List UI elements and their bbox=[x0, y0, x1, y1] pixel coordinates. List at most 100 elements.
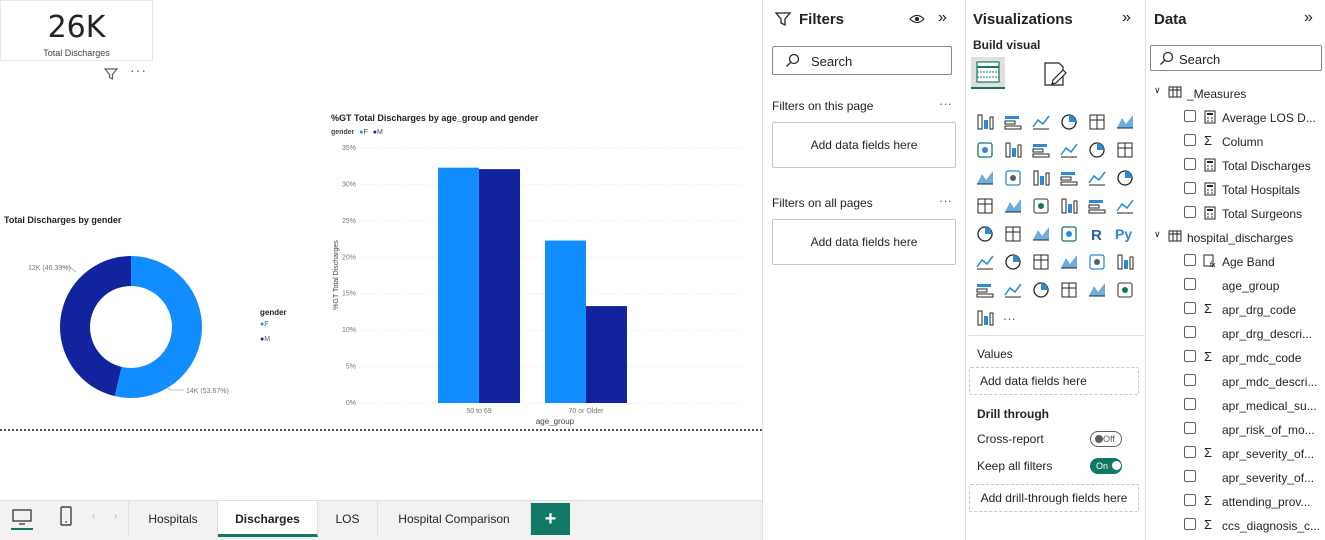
ribbon-icon[interactable] bbox=[1115, 140, 1135, 160]
data-field[interactable]: Σattending_prov... bbox=[1146, 489, 1325, 513]
image-icon[interactable] bbox=[1115, 280, 1135, 300]
filters-page-dropzone[interactable]: Add data fields here bbox=[772, 122, 956, 168]
shape-map-icon[interactable] bbox=[1059, 280, 1079, 300]
data-field[interactable]: Σapr_mdc_code bbox=[1146, 345, 1325, 369]
stacked-bar-icon[interactable] bbox=[975, 112, 995, 132]
field-checkbox[interactable] bbox=[1184, 206, 1196, 218]
card-icon[interactable] bbox=[1087, 196, 1107, 216]
qa-icon[interactable] bbox=[1031, 252, 1051, 272]
more-visuals-icon[interactable]: ··· bbox=[1003, 311, 1016, 326]
chevron-down-icon[interactable]: ∨ bbox=[1154, 85, 1161, 96]
field-checkbox[interactable] bbox=[1184, 158, 1196, 170]
drill-through-dropzone[interactable]: Add drill-through fields here bbox=[969, 484, 1139, 512]
collapse-visualizations-icon[interactable]: » bbox=[1122, 9, 1131, 27]
field-checkbox[interactable] bbox=[1184, 374, 1196, 386]
field-checkbox[interactable] bbox=[1184, 254, 1196, 266]
data-field[interactable]: Σccs_diagnosis_c... bbox=[1146, 513, 1325, 537]
field-checkbox[interactable] bbox=[1184, 494, 1196, 506]
line-clustered-icon[interactable] bbox=[1087, 140, 1107, 160]
power-automate-icon[interactable] bbox=[1003, 280, 1023, 300]
decomposition-tree-icon[interactable] bbox=[1003, 252, 1023, 272]
bar-chart[interactable]: 0% 5% 10% 15% 20% 25% 30% 35% 50 to 69 70 or Olde… bbox=[320, 140, 760, 435]
chevron-down-icon[interactable]: ∨ bbox=[1154, 229, 1161, 240]
donut-icon[interactable] bbox=[1087, 168, 1107, 188]
r-visual-icon[interactable]: R bbox=[1087, 224, 1107, 244]
gauge-icon[interactable] bbox=[1059, 196, 1079, 216]
data-field[interactable]: age_group bbox=[1146, 273, 1325, 297]
stacked-area-icon[interactable] bbox=[1031, 140, 1051, 160]
100-column-icon[interactable] bbox=[1115, 112, 1135, 132]
stacked-column-icon[interactable] bbox=[1003, 112, 1023, 132]
funnel-icon[interactable] bbox=[1003, 168, 1023, 188]
data-table[interactable]: ∨ _Measures bbox=[1146, 81, 1325, 105]
keep-filters-toggle[interactable]: On bbox=[1090, 458, 1122, 474]
values-dropzone[interactable]: Add data fields here bbox=[969, 367, 1139, 395]
data-field[interactable]: apr_drg_descri... bbox=[1146, 321, 1325, 345]
filters-all-dropzone[interactable]: Add data fields here bbox=[772, 219, 956, 265]
multi-row-card-icon[interactable] bbox=[1115, 196, 1135, 216]
data-field[interactable]: fx Age Band bbox=[1146, 249, 1325, 273]
more-options-icon[interactable]: ··· bbox=[130, 62, 147, 78]
smart-narrative-icon[interactable] bbox=[1087, 280, 1107, 300]
build-visual-tab[interactable] bbox=[971, 57, 1005, 89]
cross-report-toggle[interactable]: Off bbox=[1090, 431, 1122, 447]
add-page-button[interactable]: + bbox=[531, 503, 570, 535]
pie-icon[interactable] bbox=[1059, 168, 1079, 188]
layers-icon[interactable] bbox=[975, 308, 995, 328]
data-field[interactable]: Σapr_drg_code bbox=[1146, 297, 1325, 321]
data-field[interactable]: Total Surgeons bbox=[1146, 201, 1325, 225]
field-checkbox[interactable] bbox=[1184, 278, 1196, 290]
data-field[interactable]: apr_mdc_descri... bbox=[1146, 369, 1325, 393]
line-icon[interactable] bbox=[975, 140, 995, 160]
table-icon[interactable] bbox=[1031, 224, 1051, 244]
field-checkbox[interactable] bbox=[1184, 350, 1196, 362]
field-checkbox[interactable] bbox=[1184, 134, 1196, 146]
matrix-icon[interactable] bbox=[1059, 224, 1079, 244]
desktop-view-icon[interactable] bbox=[11, 508, 33, 528]
filters-search-input[interactable]: Search bbox=[772, 46, 952, 75]
azure-map-icon[interactable] bbox=[1031, 196, 1051, 216]
data-field[interactable]: apr_medical_su... bbox=[1146, 393, 1325, 417]
line-column-icon[interactable] bbox=[1059, 140, 1079, 160]
data-field[interactable]: apr_risk_of_mo... bbox=[1146, 417, 1325, 441]
field-checkbox[interactable] bbox=[1184, 326, 1196, 338]
field-checkbox[interactable] bbox=[1184, 446, 1196, 458]
field-checkbox[interactable] bbox=[1184, 422, 1196, 434]
treemap-icon[interactable] bbox=[1115, 168, 1135, 188]
power-apps-icon[interactable] bbox=[975, 280, 995, 300]
field-checkbox[interactable] bbox=[1184, 398, 1196, 410]
custom-visual-icon[interactable] bbox=[1031, 280, 1051, 300]
100-bar-icon[interactable] bbox=[1087, 112, 1107, 132]
tab-hospital-comparison[interactable]: Hospital Comparison bbox=[378, 501, 531, 537]
clustered-column-icon[interactable] bbox=[1059, 112, 1079, 132]
format-visual-icon[interactable] bbox=[1041, 60, 1069, 88]
tab-hospitals[interactable]: Hospitals bbox=[128, 501, 218, 537]
data-field[interactable]: apr_severity_of... bbox=[1146, 465, 1325, 489]
data-field[interactable]: Σ Column bbox=[1146, 129, 1325, 153]
data-field[interactable]: Σapr_severity_of... bbox=[1146, 441, 1325, 465]
more-options-icon[interactable]: ··· bbox=[939, 96, 952, 111]
filter-icon[interactable] bbox=[103, 66, 119, 82]
collapse-filters-icon[interactable]: » bbox=[938, 9, 947, 27]
area-icon[interactable] bbox=[1003, 140, 1023, 160]
mobile-view-icon[interactable] bbox=[58, 506, 74, 528]
waterfall-icon[interactable] bbox=[975, 168, 995, 188]
clustered-bar-icon[interactable] bbox=[1031, 112, 1051, 132]
field-checkbox[interactable] bbox=[1184, 470, 1196, 482]
paginated-icon[interactable] bbox=[1115, 252, 1135, 272]
data-field[interactable]: Total Discharges bbox=[1146, 153, 1325, 177]
field-checkbox[interactable] bbox=[1184, 518, 1196, 530]
kpi-card[interactable]: 26K Total Discharges bbox=[0, 0, 153, 61]
narrative-icon[interactable] bbox=[1059, 252, 1079, 272]
data-field[interactable]: Total Hospitals bbox=[1146, 177, 1325, 201]
data-field[interactable]: Average LOS D... bbox=[1146, 105, 1325, 129]
map-icon[interactable] bbox=[975, 196, 995, 216]
eye-icon[interactable] bbox=[909, 12, 925, 26]
tab-los[interactable]: LOS bbox=[318, 501, 378, 537]
tab-discharges[interactable]: Discharges bbox=[218, 501, 318, 537]
field-checkbox[interactable] bbox=[1184, 182, 1196, 194]
scatter-icon[interactable] bbox=[1031, 168, 1051, 188]
kpi-icon[interactable] bbox=[975, 224, 995, 244]
data-search-input[interactable]: Search bbox=[1150, 45, 1322, 71]
field-checkbox[interactable] bbox=[1184, 110, 1196, 122]
